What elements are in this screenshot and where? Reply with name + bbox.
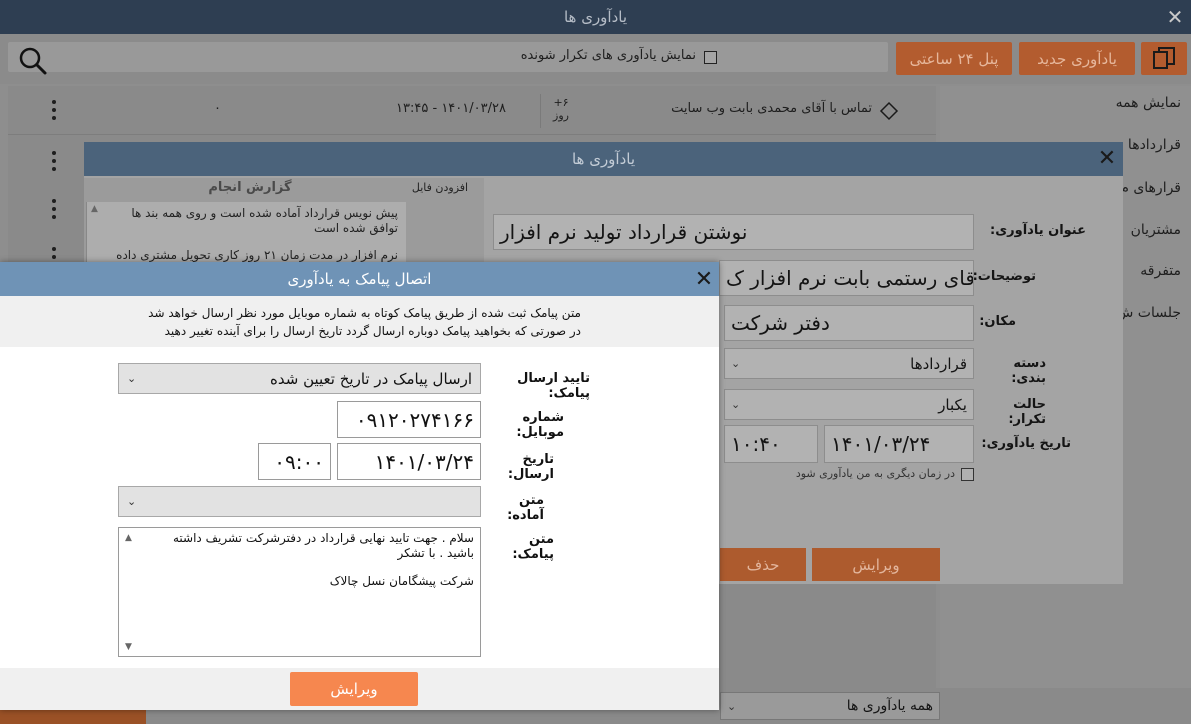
row-menu-icon[interactable] — [51, 100, 57, 120]
reminder-category-select[interactable]: قراردادها ⌄ — [724, 348, 974, 379]
reminder-edit-button[interactable]: ویرایش — [812, 548, 940, 581]
filter-select-value: همه یادآوری ها — [846, 698, 933, 714]
panel-24h-button[interactable]: پنل ۲۴ ساعتی — [896, 42, 1012, 75]
reminder-repeat-select[interactable]: یکبار ⌄ — [724, 389, 974, 420]
sms-send-date-label: تاریخ ارسال: — [507, 452, 554, 482]
search-icon[interactable] — [16, 44, 48, 76]
sms-dialog-close-icon[interactable]: ✕ — [692, 268, 716, 292]
reminder-dialog-title-bar: یادآوری ها — [84, 142, 1123, 176]
reminder-category-value: قراردادها — [910, 354, 967, 373]
chevron-down-icon: ⌄ — [127, 495, 137, 508]
row-title[interactable]: تماس با آقای محمدی بابت وب سایت — [600, 101, 872, 116]
report-line: نرم افزار در مدت زمان ۲۱ روز کاری تحویل … — [116, 248, 398, 262]
row-days-value: +۶ — [553, 96, 569, 109]
reminder-date-label: تاریخ یادآوری: — [981, 436, 1071, 451]
row-days-unit: روز — [553, 109, 569, 122]
sms-info-line: در صورتی که بخواهید پیامک دوباره ارسال گ… — [164, 324, 581, 338]
report-line: پیش نویس قرارداد آماده شده است و روی همه… — [131, 206, 398, 220]
sms-preset-select[interactable]: ⌄ — [118, 486, 481, 517]
reminder-date-field[interactable]: ۱۴۰۱/۰۳/۲۴ — [824, 425, 974, 463]
copy-icon — [1153, 47, 1175, 69]
scroll-up-icon[interactable]: ▲ — [91, 204, 98, 214]
sms-send-time-field[interactable]: ۰۹:۰۰ — [258, 443, 331, 480]
reminder-desc-label: توضیحات: — [972, 269, 1036, 284]
reminder-title-label: عنوان یادآوری: — [990, 223, 1086, 238]
chevron-down-icon: ⌄ — [731, 398, 741, 411]
sms-confirm-select[interactable]: ارسال پیامک در تاریخ تعیین شده ⌄ — [118, 363, 481, 394]
filter-select[interactable]: همه یادآوری ها ⌄ — [720, 692, 940, 720]
sms-info-line: متن پیامک ثبت شده از طریق پیامک کوتاه به… — [148, 306, 581, 320]
reminder-delete-button[interactable]: حذف — [720, 548, 806, 581]
sms-text-label: متن پیامک: — [512, 532, 554, 562]
sms-send-date-field[interactable]: ۱۴۰۱/۰۳/۲۴ — [337, 443, 481, 480]
show-repeating-label: نمایش یادآوری های تکرار شونده — [520, 48, 696, 63]
main-close-icon[interactable]: ✕ — [1163, 6, 1187, 28]
show-repeating-checkbox[interactable] — [704, 51, 717, 64]
reminder-repeat-value: یکبار — [938, 395, 967, 414]
sms-dialog-title-bar: اتصال پیامک به یادآوری — [0, 262, 719, 296]
sms-dialog-title: اتصال پیامک به یادآوری — [287, 270, 432, 288]
sms-mobile-label: شماره موبایل: — [516, 410, 564, 440]
row-datetime: ۱۴۰۱/۰۳/۲۸ - ۱۳:۴۵ — [396, 101, 506, 116]
main-title: یادآوری ها — [563, 8, 628, 26]
chevron-down-icon: ⌄ — [727, 699, 737, 713]
other-time-checkbox[interactable] — [961, 468, 974, 481]
main-title-bar: یادآوری ها — [0, 0, 1191, 34]
report-title: گزارش انجام — [208, 180, 292, 195]
sms-preset-label: متن آماده: — [507, 493, 544, 523]
reminder-desc-field[interactable]: آقای رستمی بابت نرم افزار ک — [719, 260, 974, 296]
row-count: ۰ — [214, 101, 221, 116]
sms-mobile-field[interactable]: ۰۹۱۲۰۲۷۴۱۶۶ — [337, 401, 481, 438]
report-textbox[interactable]: پیش نویس قرارداد آماده شده است و روی همه… — [86, 202, 406, 268]
diamond-icon — [879, 101, 899, 121]
sms-info-panel: متن پیامک ثبت شده از طریق پیامک کوتاه به… — [0, 296, 719, 347]
row-menu-icon[interactable] — [51, 199, 57, 219]
sms-text-area[interactable]: سلام . جهت تایید نهایی قرارداد در دفترشر… — [118, 527, 481, 657]
sidebar-item-all[interactable]: نمایش همه — [951, 95, 1181, 111]
sms-text-line: باشید . با تشکر — [397, 546, 474, 560]
add-file-button[interactable]: افزودن فایل — [400, 181, 480, 194]
other-time-label: در زمان دیگری به من یادآوری شود — [795, 467, 955, 480]
reminder-title-field[interactable]: نوشتن قرارداد تولید نرم افزار — [493, 214, 974, 250]
sms-text-line: شرکت پیشگامان نسل چالاک — [329, 574, 474, 588]
sms-confirm-value: ارسال پیامک در تاریخ تعیین شده — [270, 369, 472, 388]
sms-confirm-label: تایید ارسال پیامک: — [517, 371, 590, 401]
new-reminder-button[interactable]: یادآوری جدید — [1019, 42, 1135, 75]
chevron-down-icon: ⌄ — [127, 372, 137, 385]
row-menu-icon[interactable] — [51, 151, 57, 171]
sms-text-line: سلام . جهت تایید نهایی قرارداد در دفترشر… — [172, 531, 474, 545]
sms-edit-button[interactable]: ویرایش — [290, 672, 418, 706]
reminder-place-field[interactable]: دفتر شرکت — [724, 305, 974, 341]
scroll-down-icon[interactable]: ▼ — [125, 642, 132, 652]
reminder-category-label: دسته بندی: — [1011, 356, 1046, 386]
reminder-dialog-close-icon[interactable]: ✕ — [1095, 147, 1119, 171]
reminder-repeat-label: حالت تکرار: — [1008, 397, 1046, 427]
reminder-place-label: مکان: — [979, 314, 1016, 329]
report-line: توافق شده است — [313, 221, 398, 235]
row-days: +۶ روز — [548, 96, 574, 122]
reminder-dialog-title: یادآوری ها — [571, 150, 636, 168]
scroll-up-icon[interactable]: ▲ — [125, 533, 132, 543]
chevron-down-icon: ⌄ — [731, 357, 741, 370]
reminder-time-field[interactable]: ۱۰:۴۰ — [724, 425, 818, 463]
